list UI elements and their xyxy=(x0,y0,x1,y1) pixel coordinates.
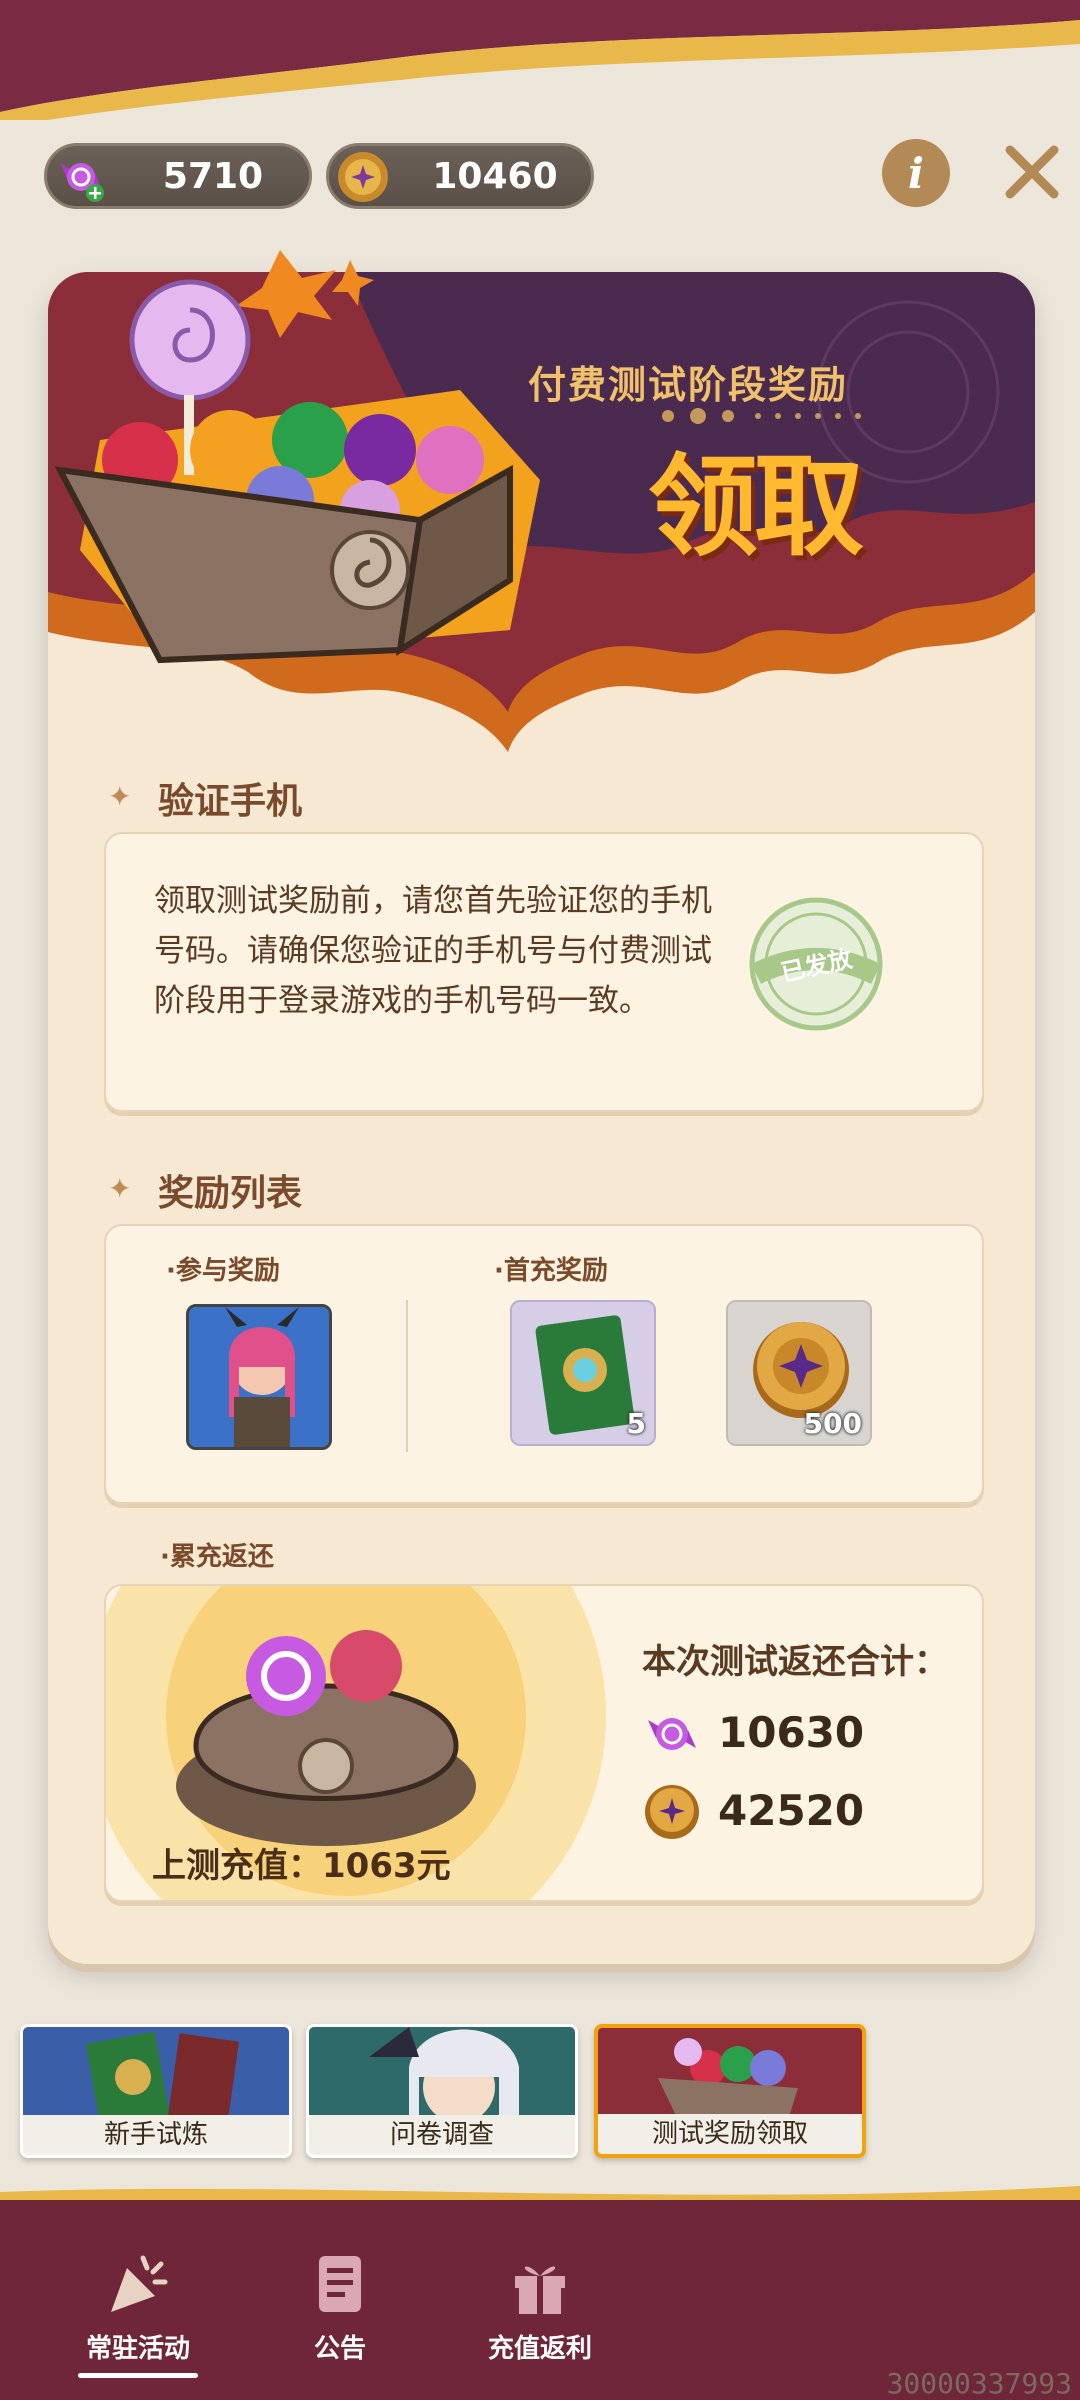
participate-reward-label: ·参与奖励 xyxy=(166,1256,280,1286)
refund-coin-amount: 42520 xyxy=(718,1786,865,1835)
issued-stamp: 已发放 xyxy=(746,894,886,1034)
rewards-section-title: 奖励列表 xyxy=(158,1173,303,1214)
nav-recharge-rebate[interactable]: 充值返利 xyxy=(440,2250,640,2365)
tab-survey-label: 问卷调查 xyxy=(309,2115,575,2155)
info-button[interactable]: i xyxy=(882,139,950,207)
document-icon xyxy=(305,2250,375,2320)
reward-divider xyxy=(406,1300,408,1452)
verify-phone-panel: 领取测试奖励前，请您首先验证您的手机号码。请确保您验证的手机号与付费测试阶段用于… xyxy=(104,832,984,1112)
gold-coin-count: 500 xyxy=(803,1407,862,1440)
newbie-trial-art xyxy=(23,2027,289,2133)
candy-plus-icon xyxy=(53,149,109,205)
nav-announcement-label: 公告 xyxy=(313,2334,366,2364)
tab-newbie-label: 新手试炼 xyxy=(23,2115,289,2155)
tab-survey[interactable]: 问卷调查 xyxy=(306,2024,578,2158)
banner-subtitle: 付费测试阶段奖励 xyxy=(528,363,849,407)
nav-recharge-rebate-label: 充值返利 xyxy=(487,2334,592,2364)
test-reward-art xyxy=(598,2028,862,2120)
nav-resident-events-label: 常驻活动 xyxy=(85,2334,190,2364)
survey-art xyxy=(309,2027,575,2123)
build-id: 30000337993 xyxy=(886,2367,1072,2400)
candy-amount: 5710 xyxy=(162,156,264,197)
gold-coin-item[interactable]: 500 xyxy=(726,1300,872,1446)
character-portrait-item[interactable] xyxy=(186,1304,332,1450)
verify-section-title: 验证手机 xyxy=(158,781,303,822)
candy-currency-pill[interactable]: 5710 xyxy=(44,143,312,209)
nav-announcement[interactable]: 公告 xyxy=(240,2250,440,2365)
refund-panel: 本次测试返还合计： 10630 42520 上测充值：1063元 xyxy=(104,1584,984,1902)
tab-test-reward-label: 测试奖励领取 xyxy=(598,2114,862,2154)
bottom-navigation: 常驻活动 公告 充值返利 30000337993 xyxy=(0,2200,1080,2400)
close-icon xyxy=(1005,145,1059,199)
verify-description: 领取测试奖励前，请您首先验证您的手机号码。请确保您验证的手机号与付费测试阶段用于… xyxy=(154,883,712,1019)
previous-recharge-text: 上测充值：1063元 xyxy=(152,1846,451,1886)
coin-currency-pill[interactable]: 10460 xyxy=(326,143,594,209)
candy-box-illustration xyxy=(40,230,560,690)
info-icon: i xyxy=(908,148,924,198)
tab-newbie-trial[interactable]: 新手试炼 xyxy=(20,2024,292,2158)
close-button[interactable] xyxy=(1000,140,1064,204)
rewards-panel: ·参与奖励 ·首充奖励 5 500 xyxy=(104,1224,984,1504)
refund-candy-amount: 10630 xyxy=(718,1708,865,1757)
first-charge-reward-label: ·首充奖励 xyxy=(494,1256,608,1286)
gold-coin-icon xyxy=(335,149,391,205)
card-pack-item[interactable]: 5 xyxy=(510,1300,656,1446)
refund-total-label: 本次测试返还合计： xyxy=(642,1642,948,1682)
candy-icon xyxy=(642,1704,702,1764)
nav-resident-events[interactable]: 常驻活动 xyxy=(38,2250,238,2378)
section-star-icon: ✦ xyxy=(108,1172,132,1205)
coin-amount: 10460 xyxy=(432,156,558,197)
section-star-icon: ✦ xyxy=(108,780,132,813)
refund-label: ·累充返还 xyxy=(160,1542,274,1572)
tab-test-reward-claim[interactable]: 测试奖励领取 xyxy=(594,2024,866,2158)
claim-title[interactable]: 领取 xyxy=(648,417,864,577)
top-decor-band xyxy=(0,0,1080,120)
party-popper-icon xyxy=(103,2250,173,2320)
gold-coin-icon xyxy=(642,1782,702,1842)
gift-icon xyxy=(505,2250,575,2320)
active-tab-indicator xyxy=(78,2373,198,2378)
card-pack-count: 5 xyxy=(626,1407,646,1440)
